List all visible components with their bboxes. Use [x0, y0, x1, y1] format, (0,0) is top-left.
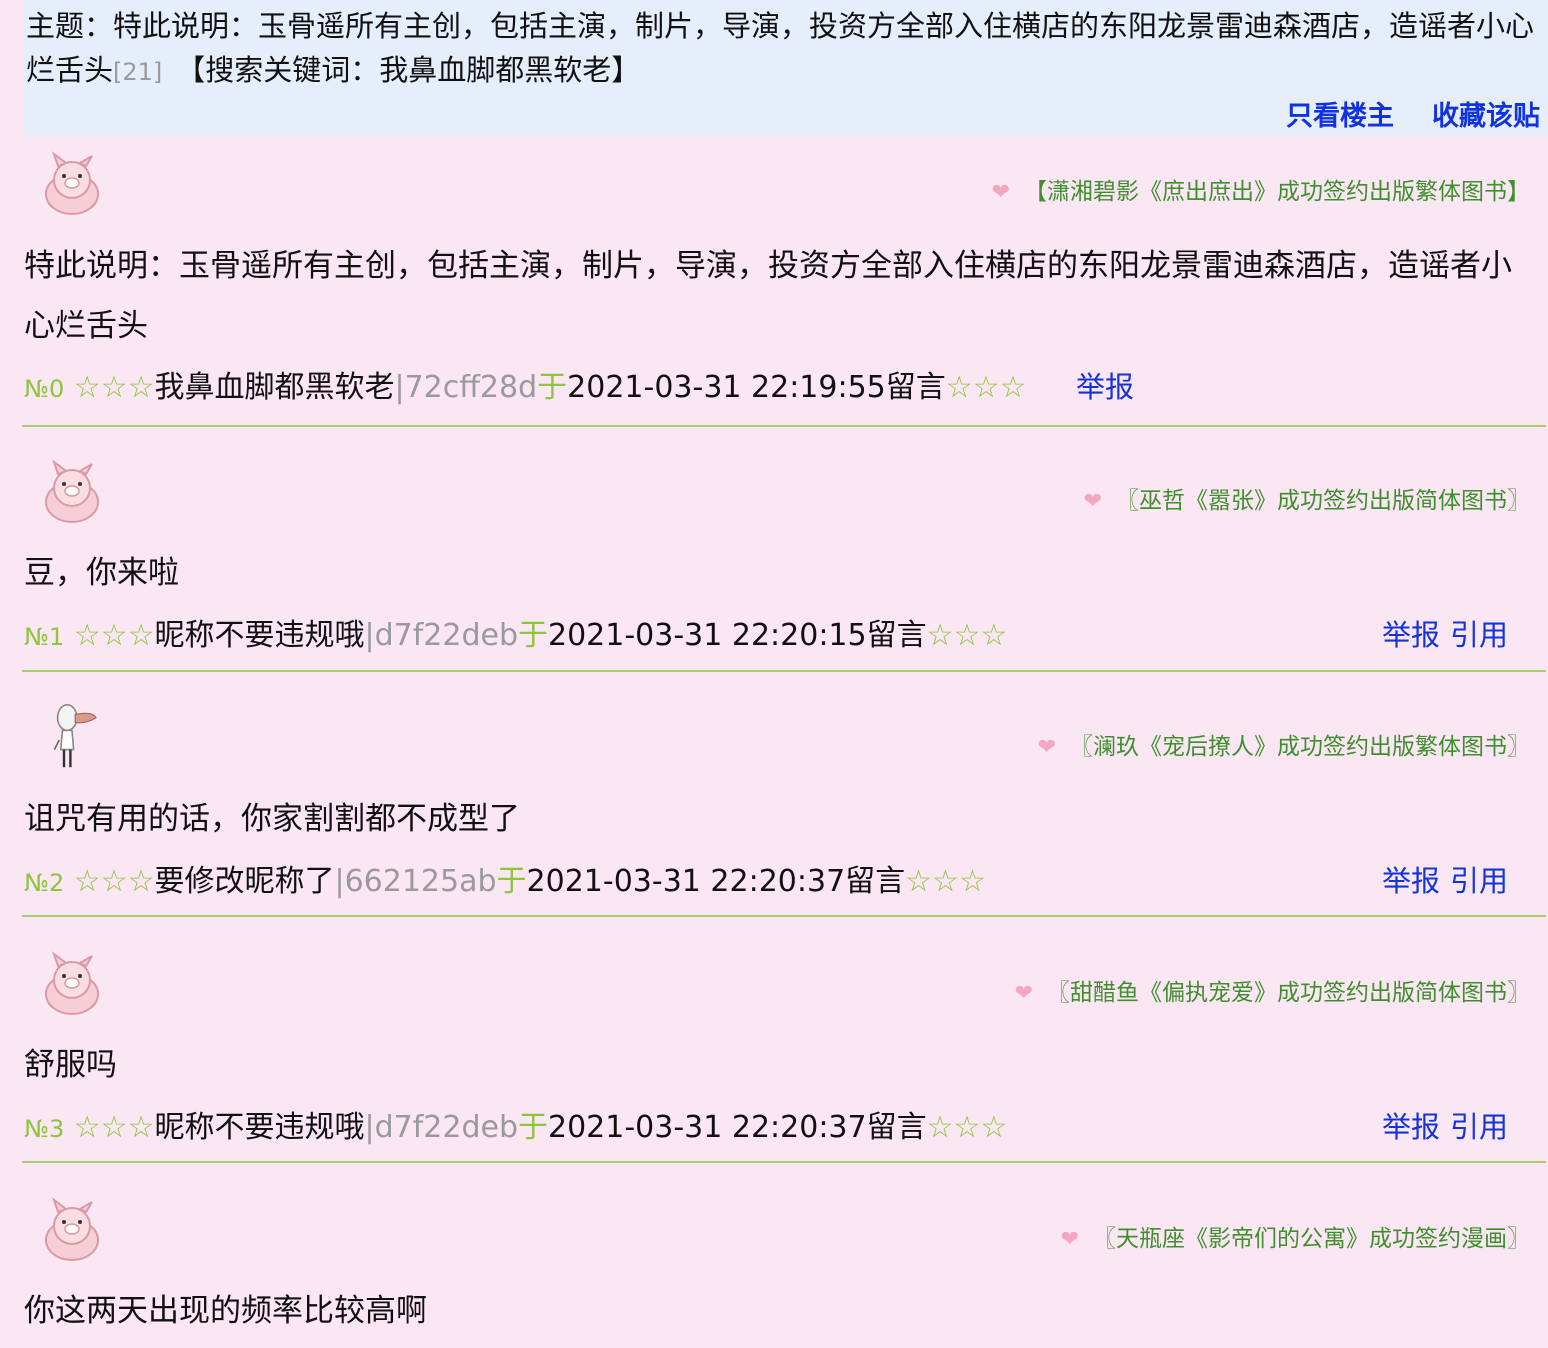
- nickname: 要修改昵称了: [154, 864, 335, 899]
- user-hash: |72cff28d: [394, 370, 538, 405]
- post-content: 诅咒有用的话，你家割割都不成型了: [24, 801, 520, 837]
- stars-right: ☆☆☆: [926, 618, 1008, 653]
- user-hash: |d7f22deb: [364, 1110, 518, 1145]
- report-link[interactable]: 举报: [1382, 1110, 1440, 1144]
- yu-label: 于: [496, 864, 527, 899]
- post-actions: 举报 引用: [1372, 858, 1508, 900]
- post-meta: №0 ☆☆☆我鼻血脚都黑软老|72cff28d于2021-03-31 22:19…: [24, 362, 1134, 406]
- subject-label: 主题：: [26, 9, 114, 43]
- signature: ❤ 〖巫哲《嚣张》成功签约出版简体图书〗: [1083, 488, 1530, 514]
- post-content: 你这两天出现的频率比较高啊: [24, 1293, 427, 1329]
- post-time: 2021-03-31 22:20:37留言: [547, 1110, 927, 1145]
- post-time: 2021-03-31 22:20:37留言: [526, 864, 906, 899]
- avatar-pig-icon: [45, 151, 99, 215]
- heart-icon: ❤: [1037, 735, 1056, 760]
- thread-subject: 主题：特此说明：玉骨遥所有主创，包括主演，制片，导演，投资方全部入住横店的东阳龙…: [26, 4, 1544, 94]
- divider: [22, 670, 1546, 672]
- floor-number: №0: [24, 375, 65, 403]
- report-link[interactable]: 举报: [1382, 864, 1440, 898]
- stars-left: ☆☆☆: [73, 370, 155, 405]
- reply-count: [21]: [113, 58, 163, 86]
- only-op-button[interactable]: 只看楼主: [1286, 101, 1394, 132]
- post-actions: 举报 引用: [1372, 1104, 1508, 1146]
- post-meta: №2 ☆☆☆要修改昵称了|662125ab于2021-03-31 22:20:3…: [24, 856, 986, 900]
- post-content: 豆，你来啦: [24, 555, 179, 591]
- heart-icon: ❤: [1083, 489, 1102, 514]
- stars-right: ☆☆☆: [945, 370, 1027, 405]
- user-hash: |d7f22deb: [364, 618, 518, 653]
- favorite-button[interactable]: 收藏该贴: [1432, 101, 1540, 132]
- report-link[interactable]: 举报: [1382, 618, 1440, 652]
- nickname: 昵称不要违规哦: [154, 1110, 365, 1145]
- nickname: 我鼻血脚都黑软老: [154, 370, 395, 405]
- signature: ❤ 〖天瓶座《影帝们的公寓》成功签约漫画〗: [1060, 1226, 1530, 1252]
- stars-right: ☆☆☆: [905, 864, 986, 899]
- post-meta: №1 ☆☆☆昵称不要违规哦|d7f22deb于2021-03-31 22:20:…: [24, 610, 1007, 654]
- quote-link[interactable]: 引用: [1450, 1110, 1508, 1144]
- signature: ❤ 〖澜玖《宠后撩人》成功签约出版繁体图书〗: [1037, 734, 1530, 760]
- yu-label: 于: [517, 1110, 548, 1145]
- floor-number: №3: [24, 1115, 65, 1143]
- heart-icon: ❤: [1060, 1227, 1079, 1252]
- heart-icon: ❤: [991, 180, 1010, 205]
- user-hash: |662125ab: [334, 864, 497, 899]
- post-time: 2021-03-31 22:20:15留言: [547, 618, 927, 653]
- avatar-pig-icon: [45, 951, 99, 1015]
- stars-right: ☆☆☆: [926, 1110, 1008, 1145]
- signature: ❤ 〖甜醋鱼《偏执宠爱》成功签约出版简体图书〗: [1014, 980, 1530, 1006]
- post-meta: №3 ☆☆☆昵称不要违规哦|d7f22deb于2021-03-31 22:20:…: [24, 1102, 1007, 1146]
- post-content: 舒服吗: [24, 1047, 117, 1083]
- stars-left: ☆☆☆: [73, 864, 155, 899]
- thread-actions: 只看楼主 收藏该贴: [1248, 94, 1540, 133]
- floor-number: №2: [24, 869, 65, 897]
- post-content: 特此说明：玉骨遥所有主创，包括主演，制片，导演，投资方全部入住横店的东阳龙景雷迪…: [24, 248, 1512, 344]
- report-link[interactable]: 举报: [1076, 370, 1134, 404]
- heart-icon: ❤: [1014, 981, 1033, 1006]
- signature: ❤ 【潇湘碧影《庶出庶出》成功签约出版繁体图书】: [991, 179, 1530, 205]
- thread-header: 主题：特此说明：玉骨遥所有主创，包括主演，制片，导演，投资方全部入住横店的东阳龙…: [24, 0, 1548, 136]
- floor-number: №1: [24, 623, 65, 651]
- avatar-pig-icon: [45, 459, 99, 523]
- yu-label: 于: [517, 618, 548, 653]
- nickname: 昵称不要违规哦: [154, 618, 365, 653]
- post-actions: 举报 引用: [1372, 612, 1508, 654]
- divider: [22, 425, 1546, 427]
- quote-link[interactable]: 引用: [1450, 864, 1508, 898]
- search-keyword: 【搜索关键词：我鼻血脚都黑软老】: [176, 53, 641, 87]
- avatar-pig-icon: [45, 1197, 99, 1261]
- divider: [22, 915, 1546, 917]
- stars-left: ☆☆☆: [73, 1110, 155, 1145]
- quote-link[interactable]: 引用: [1450, 618, 1508, 652]
- post-time: 2021-03-31 22:19:55留言: [567, 370, 946, 405]
- stars-left: ☆☆☆: [73, 618, 155, 653]
- divider: [22, 1161, 1546, 1163]
- avatar-figure-icon: [53, 704, 97, 768]
- yu-label: 于: [537, 370, 568, 405]
